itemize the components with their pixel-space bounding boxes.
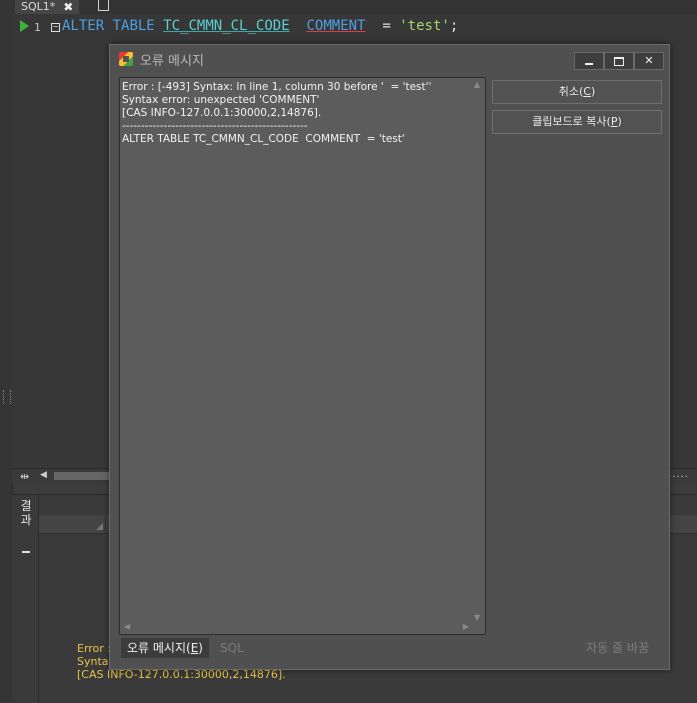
scroll-thumb[interactable] (54, 472, 114, 480)
copy-to-clipboard-button[interactable]: 클립보드로 복사(P) (492, 110, 662, 134)
keyword-table: TABLE (112, 18, 155, 34)
code-line-1[interactable]: ALTER TABLE TC_CMMN_CL_CODE COMMENT = 't… (62, 18, 458, 34)
tab-sql[interactable]: SQL (214, 638, 250, 658)
tab-error-message[interactable]: 오류 메시지(E) (121, 638, 209, 658)
copy-button-label: 클립보드로 복사( (532, 115, 611, 128)
grid-corner[interactable] (67, 515, 106, 533)
editor-tab-bar: SQL1* ✖ (12, 0, 697, 16)
string-token: 'test' (399, 18, 450, 34)
new-tab-icon[interactable] (98, 0, 109, 11)
dialog-titlebar[interactable]: 오류 메시지 ✕ (110, 45, 669, 73)
close-icon[interactable]: ✖ (63, 1, 73, 13)
scroll-right-icon[interactable]: ▶ (463, 622, 469, 631)
operator-token: = (382, 18, 391, 34)
more-dots-icon[interactable]: ..... (668, 469, 689, 480)
dialog-title: 오류 메시지 (140, 54, 204, 69)
scroll-left-icon[interactable]: ◀ (124, 622, 130, 631)
line-number: 1 (34, 21, 41, 34)
fold-icon[interactable]: − (51, 23, 60, 32)
tab-sql1-label: SQL1* (21, 0, 56, 13)
tab-error-label: 오류 메시지( (127, 641, 191, 655)
message-vertical-scrollbar[interactable]: ▲ ▼ (471, 78, 485, 622)
split-view-icon[interactable]: ⇹ (20, 470, 29, 483)
dialog-bottom-tabs: 오류 메시지(E) SQL 자동 줄 바꿈 (119, 636, 659, 660)
error-message-text: Error : [-493] Syntax: In line 1, column… (122, 81, 432, 145)
splitter-grip[interactable] (3, 390, 11, 404)
scroll-down-icon[interactable]: ▼ (474, 613, 480, 622)
maximize-button[interactable] (604, 52, 634, 70)
cancel-button-label: 취소( (558, 85, 584, 98)
error-dialog: 오류 메시지 ✕ Error : [-493] Syntax: In line … (109, 44, 670, 670)
semicolon-token: ; (449, 18, 459, 34)
minimize-button[interactable] (574, 52, 604, 70)
message-horizontal-scrollbar[interactable]: ◀ ▶ (120, 622, 471, 634)
tab-error-paren: ) (198, 641, 203, 655)
column-token: COMMENT (306, 18, 366, 34)
error-message-area[interactable]: Error : [-493] Syntax: In line 1, column… (119, 77, 486, 635)
word-wrap-toggle[interactable]: 자동 줄 바꿈 (586, 638, 649, 658)
cancel-paren: ) (590, 85, 596, 98)
keyword-alter: ALTER (62, 18, 105, 34)
run-arrow-icon[interactable] (20, 20, 29, 32)
scroll-left-icon[interactable]: ◀ (40, 470, 47, 480)
copy-paren: ) (617, 115, 622, 128)
cancel-hotkey: C (583, 85, 591, 98)
table-name-token: TC_CMMN_CL_CODE (163, 18, 290, 34)
app-logo-icon (119, 52, 133, 66)
scroll-up-icon[interactable]: ▲ (474, 80, 480, 89)
close-button[interactable]: ✕ (634, 52, 664, 70)
cancel-button[interactable]: 취소(C) (492, 80, 662, 104)
result-tab[interactable]: 결과 (16, 499, 36, 527)
minimize-icon[interactable] (22, 551, 30, 553)
